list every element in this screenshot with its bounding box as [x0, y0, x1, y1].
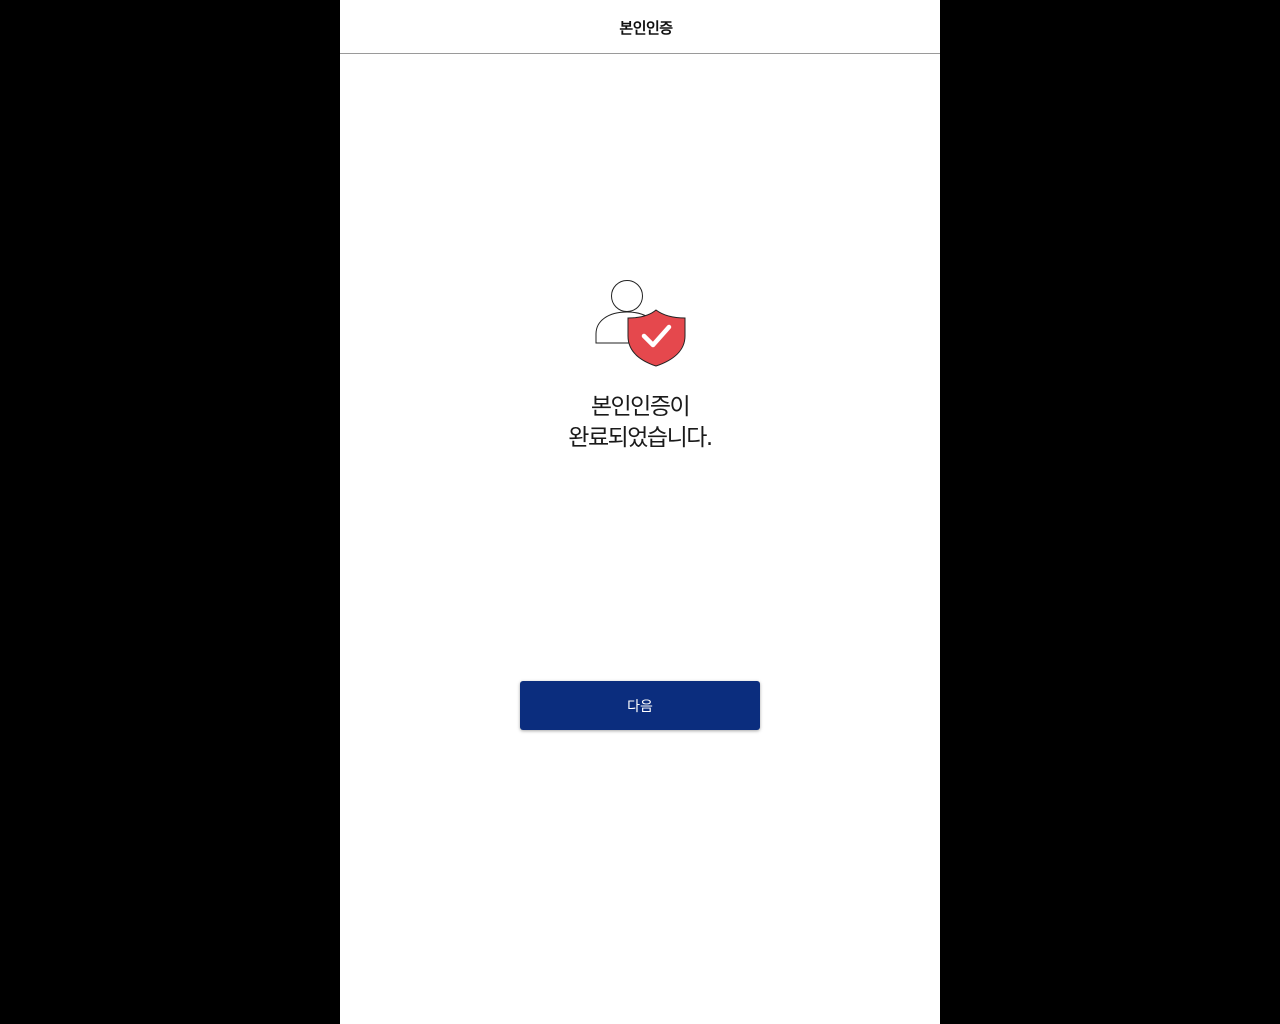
completion-message-line1: 본인인증이 [590, 394, 691, 420]
completion-message: 본인인증이 완료되었습니다. [340, 392, 940, 454]
page-title: 본인인증 [619, 19, 673, 37]
completion-message-line2: 완료되었습니다. [568, 425, 713, 451]
app-screen: 본인인증 본인인증이 완료되었습니다. 다음 [340, 0, 940, 1024]
app-header: 본인인증 [340, 0, 940, 54]
next-button[interactable]: 다음 [520, 681, 760, 730]
verified-user-shield-icon [594, 278, 688, 368]
